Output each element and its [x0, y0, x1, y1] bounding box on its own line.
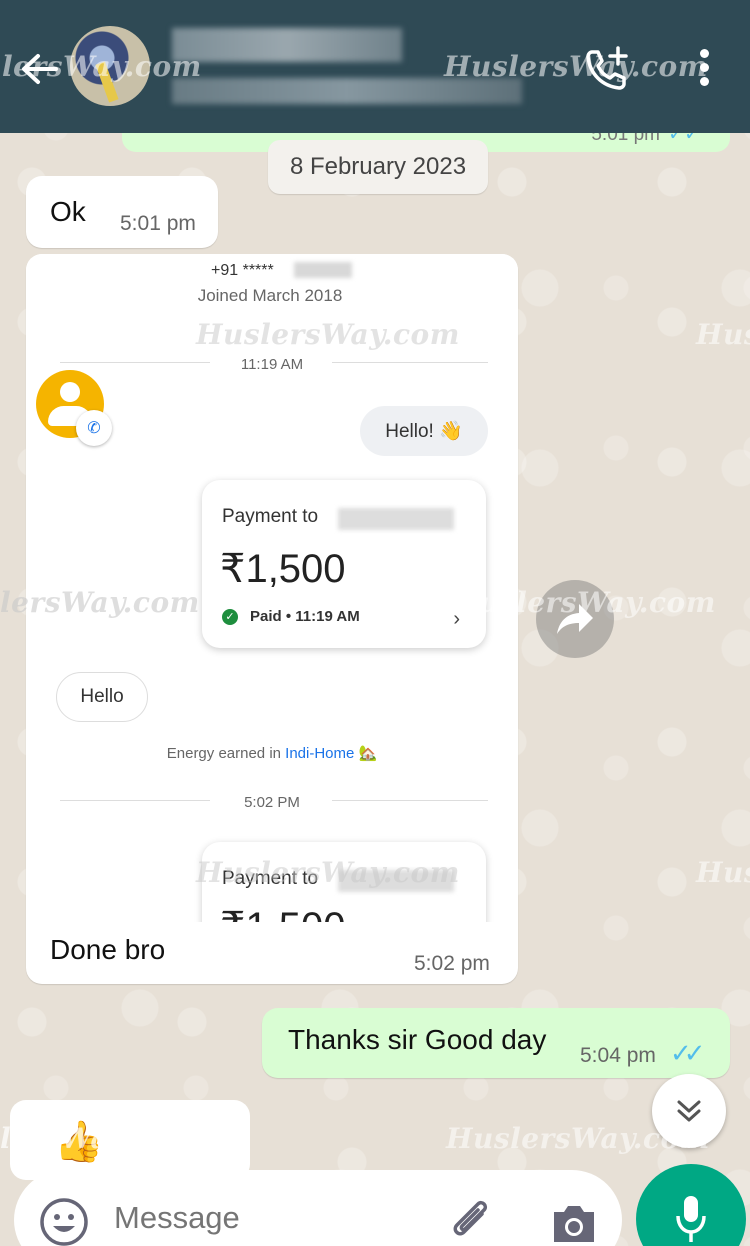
phone-number-blurred [294, 262, 352, 278]
watermark: HuslersWay.com [446, 1122, 710, 1155]
message-time: 5:02 pm [414, 952, 490, 975]
message-text: Done bro [50, 934, 166, 965]
phone-icon: ✆ [76, 410, 112, 446]
house-icon: 🏡 [358, 745, 378, 762]
incoming-message[interactable]: Ok 5:01 pm [26, 176, 218, 248]
watermark: HuslersWay.com [452, 586, 716, 619]
payment-status: ✓ Paid • 11:19 AM [222, 608, 360, 625]
energy-note: Energy earned in Indi-Home 🏡 [166, 745, 378, 762]
watermark: Husl [696, 318, 750, 351]
payee-name-blurred [338, 508, 454, 530]
watermark: HuslersWay.com [444, 50, 708, 83]
outgoing-message[interactable]: Thanks sir Good day 5:04 pm ✓✓ [262, 1008, 730, 1078]
message-input[interactable] [114, 1200, 414, 1236]
date-chip: 8 February 2023 [268, 140, 488, 194]
watermark: Husl [696, 856, 750, 889]
message-time: 5:01 pm [120, 212, 196, 235]
read-ticks-icon: ✓✓ [670, 1038, 705, 1068]
watermark: HuslersWay.com [196, 856, 460, 889]
time-separator: 11:19 AM [240, 356, 304, 373]
chat-bubble-outgoing: Hello! 👋 [360, 406, 488, 456]
message-text: Thanks sir Good day [288, 1024, 547, 1055]
message-composer [14, 1170, 622, 1246]
divider [332, 800, 488, 801]
contact-avatar: ✆ [36, 370, 112, 446]
watermark: lersWay.com [0, 1122, 200, 1155]
payment-amount: ₹1,500 [220, 904, 346, 922]
watermark: HuslersWay.com [196, 318, 460, 351]
paperclip-icon[interactable] [444, 1194, 498, 1246]
watermark: lersWay.com [2, 50, 202, 83]
time-separator: 5:02 PM [244, 794, 300, 811]
microphone-icon [676, 1196, 706, 1242]
check-icon: ✓ [222, 608, 238, 625]
emoji-icon[interactable] [38, 1196, 90, 1246]
phone-number: +91 ***** [211, 262, 274, 279]
payment-label: Payment to [222, 506, 319, 527]
payment-amount: ₹1,500 [220, 547, 346, 591]
message-text: Ok [50, 196, 86, 227]
contact-name-blurred[interactable] [172, 28, 402, 62]
camera-icon[interactable] [548, 1198, 600, 1246]
divider [332, 362, 488, 363]
message-time: 5:04 pm [580, 1044, 656, 1067]
chat-bubble-incoming: Hello [56, 672, 148, 722]
watermark: lersWay.com [0, 586, 200, 619]
joined-date: Joined March 2018 [197, 286, 343, 305]
payment-card: Payment to ₹1,500 ✓ Paid • 11:19 AM › [202, 480, 486, 648]
